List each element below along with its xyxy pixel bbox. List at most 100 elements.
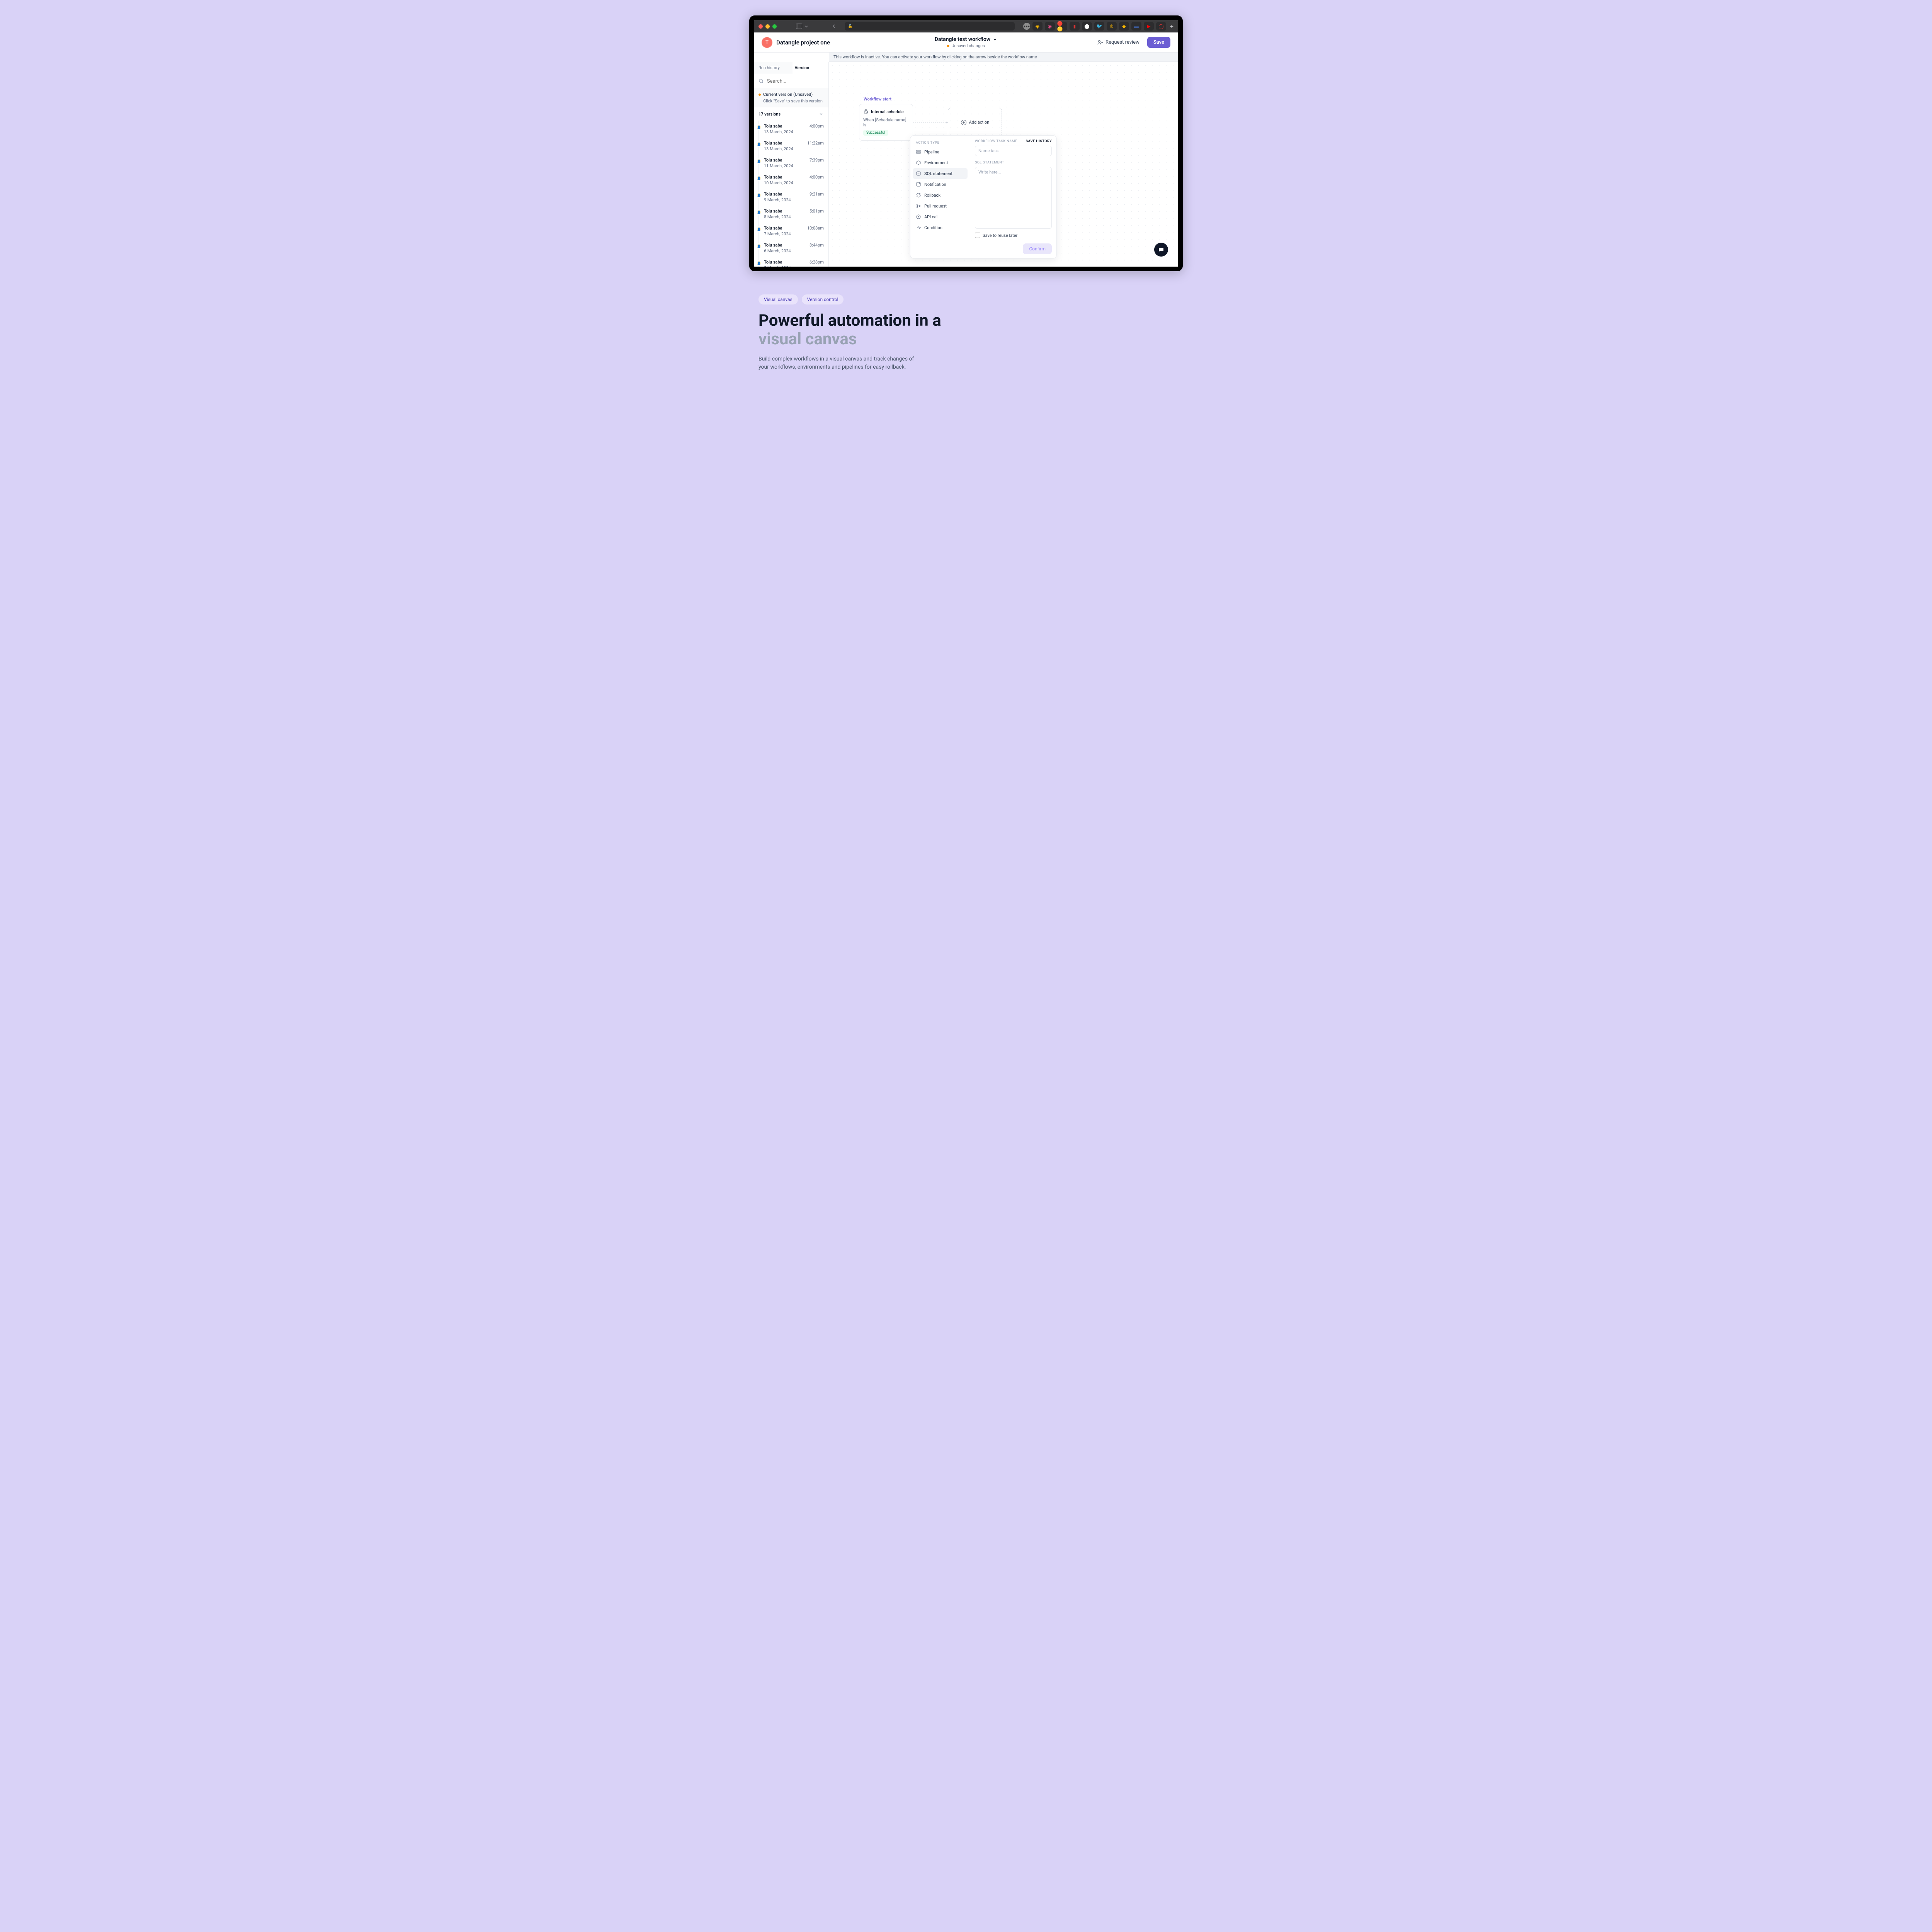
marketing-heading-line1: Powerful automation in a [759, 311, 941, 330]
version-item[interactable]: 👤Tolu saba7:39pm11 March, 2024 [754, 155, 828, 172]
search-input[interactable] [767, 78, 824, 84]
save-button[interactable]: Save [1147, 37, 1170, 48]
version-date: 7 March, 2024 [764, 231, 824, 236]
unsaved-indicator: Unsaved changes [935, 43, 997, 48]
ext-icon-8[interactable]: ◆ [1119, 22, 1129, 31]
action-type-pull-request[interactable]: Pull request [913, 201, 968, 211]
save-history-link[interactable]: SAVE HISTORY [1026, 139, 1052, 143]
inactive-banner: This workflow is inactive. You can activ… [829, 53, 1178, 62]
plus-circle-icon [961, 119, 967, 126]
current-version[interactable]: Current version (Unsaved) Click "Save" t… [754, 88, 828, 107]
version-item[interactable]: 👤Tolu saba6:28pm5 March, 2024 [754, 257, 828, 267]
action-icon [916, 192, 921, 198]
ext-icon-1[interactable]: ◉ [1032, 22, 1043, 31]
workflow-title: Datangle test workflow [935, 36, 990, 43]
action-label: Condition [924, 225, 942, 230]
version-item[interactable]: 👤Tolu saba4:00pm10 March, 2024 [754, 172, 828, 189]
ext-icon-2[interactable]: ◉ [1045, 22, 1055, 31]
ext-icon-9[interactable]: ▬ [1131, 22, 1141, 31]
search-icon [759, 78, 764, 84]
reader-icon[interactable]: ●●● [1023, 23, 1030, 30]
request-review-button[interactable]: Request review [1093, 37, 1143, 48]
action-type-environment[interactable]: Environment [913, 157, 968, 168]
ext-icon-6[interactable]: 🐦 [1094, 22, 1104, 31]
version-time: 9:21am [810, 192, 824, 197]
marketing-body: Build complex workflows in a visual canv… [759, 355, 921, 371]
version-avatar: 👤 [756, 209, 762, 215]
url-bar[interactable]: 🔒 [845, 22, 1015, 31]
marketing-heading: Powerful automation in a visual canvas [759, 311, 1173, 349]
version-avatar: 👤 [756, 175, 762, 181]
action-label: Environment [924, 160, 948, 165]
version-avatar: 👤 [756, 141, 762, 147]
extension-icons: ●●● ◉ ◉ 🔴🟡 ▮ ⬤ 🐦 ♔ ◆ ▬ ▶ ◯ + [1023, 22, 1173, 31]
chevron-down-icon [993, 37, 997, 42]
version-item[interactable]: 👤Tolu saba5:01pm8 March, 2024 [754, 206, 828, 223]
version-avatar: 👤 [756, 243, 762, 249]
version-avatar: 👤 [756, 158, 762, 164]
version-date: 13 March, 2024 [764, 129, 824, 134]
search-row [754, 74, 828, 88]
action-icon [916, 171, 921, 176]
version-date: 6 March, 2024 [764, 248, 824, 253]
workflow-canvas[interactable]: Workflow start Internal schedule When [S… [829, 62, 1178, 267]
ext-icon-3[interactable]: 🔴🟡 [1057, 22, 1067, 31]
project-avatar: T [762, 37, 772, 48]
action-type-api-call[interactable]: API call [913, 211, 968, 222]
schedule-node[interactable]: Internal schedule When [Schedule name] i… [859, 104, 913, 141]
versions-count-toggle[interactable]: 17 versions [754, 107, 828, 121]
close-window-icon[interactable] [759, 24, 763, 29]
action-label: SQL statement [924, 171, 952, 176]
action-type-header: ACTION TYPE [913, 139, 968, 146]
app-header: T Datangle project one Datangle test wor… [754, 32, 1178, 53]
ext-icon-7[interactable]: ♔ [1107, 22, 1117, 31]
version-item[interactable]: 👤Tolu saba11:22am13 March, 2024 [754, 138, 828, 155]
sql-label: SQL STATEMENT [975, 161, 1052, 165]
action-icon [916, 149, 921, 155]
reuse-checkbox-row[interactable]: Save to reuse later [975, 233, 1052, 238]
chat-fab[interactable] [1154, 243, 1168, 257]
action-type-notification[interactable]: Notification [913, 179, 968, 190]
action-panel: ACTION TYPE Pipeline Environment SQL state… [910, 135, 1057, 259]
versions-count-label: 17 versions [759, 112, 781, 117]
task-name-header: WORKFLOW TASK NAME [975, 139, 1017, 143]
browser-sidebar-toggle[interactable] [796, 24, 808, 29]
version-item[interactable]: 👤Tolu saba10:08am7 March, 2024 [754, 223, 828, 240]
action-label: Pull request [924, 204, 947, 209]
version-author: Tolu saba [764, 158, 782, 163]
minimize-window-icon[interactable] [765, 24, 770, 29]
version-item[interactable]: 👤Tolu saba3:44pm6 March, 2024 [754, 240, 828, 257]
version-item[interactable]: 👤Tolu saba9:21am9 March, 2024 [754, 189, 828, 206]
current-version-title: Current version (Unsaved) [763, 92, 813, 97]
ext-icon-4[interactable]: ▮ [1070, 22, 1080, 31]
confirm-button[interactable]: Confirm [1023, 243, 1052, 254]
version-author: Tolu saba [764, 141, 782, 146]
maximize-window-icon[interactable] [772, 24, 777, 29]
new-tab-icon[interactable]: + [1170, 23, 1173, 30]
version-avatar: 👤 [756, 124, 762, 130]
sql-textarea[interactable] [975, 167, 1052, 229]
action-type-pipeline[interactable]: Pipeline [913, 146, 968, 157]
workflow-title-dropdown[interactable]: Datangle test workflow [935, 36, 997, 43]
pill-version-control: Version control [802, 294, 844, 304]
tab-run-history[interactable]: Run history [754, 62, 793, 74]
action-type-rollback[interactable]: Rollback [913, 190, 968, 201]
action-type-sql-statement[interactable]: SQL statement [913, 168, 968, 179]
tab-version[interactable]: Version [793, 62, 829, 74]
app-window: 🔒 ●●● ◉ ◉ 🔴🟡 ▮ ⬤ 🐦 ♔ ◆ ▬ ▶ ◯ + T Datangl… [749, 15, 1183, 271]
ext-icon-10[interactable]: ▶ [1144, 22, 1154, 31]
chevron-down-icon [818, 111, 824, 117]
version-avatar: 👤 [756, 260, 762, 266]
version-item[interactable]: 👤Tolu saba4:00pm13 March, 2024 [754, 121, 828, 138]
version-avatar: 👤 [756, 192, 762, 198]
add-action-node[interactable]: Add action [948, 108, 1002, 137]
back-icon[interactable] [832, 24, 836, 29]
task-name-input[interactable] [975, 146, 1052, 156]
reuse-checkbox[interactable] [975, 233, 980, 238]
ext-icon-5[interactable]: ⬤ [1082, 22, 1092, 31]
version-author: Tolu saba [764, 124, 782, 129]
action-type-condition[interactable]: Condition [913, 222, 968, 233]
workflow-start-label: Workflow start [864, 97, 1167, 102]
ext-icon-11[interactable]: ◯ [1156, 22, 1166, 31]
action-config-panel: WORKFLOW TASK NAME SAVE HISTORY SQL STAT… [970, 136, 1056, 258]
